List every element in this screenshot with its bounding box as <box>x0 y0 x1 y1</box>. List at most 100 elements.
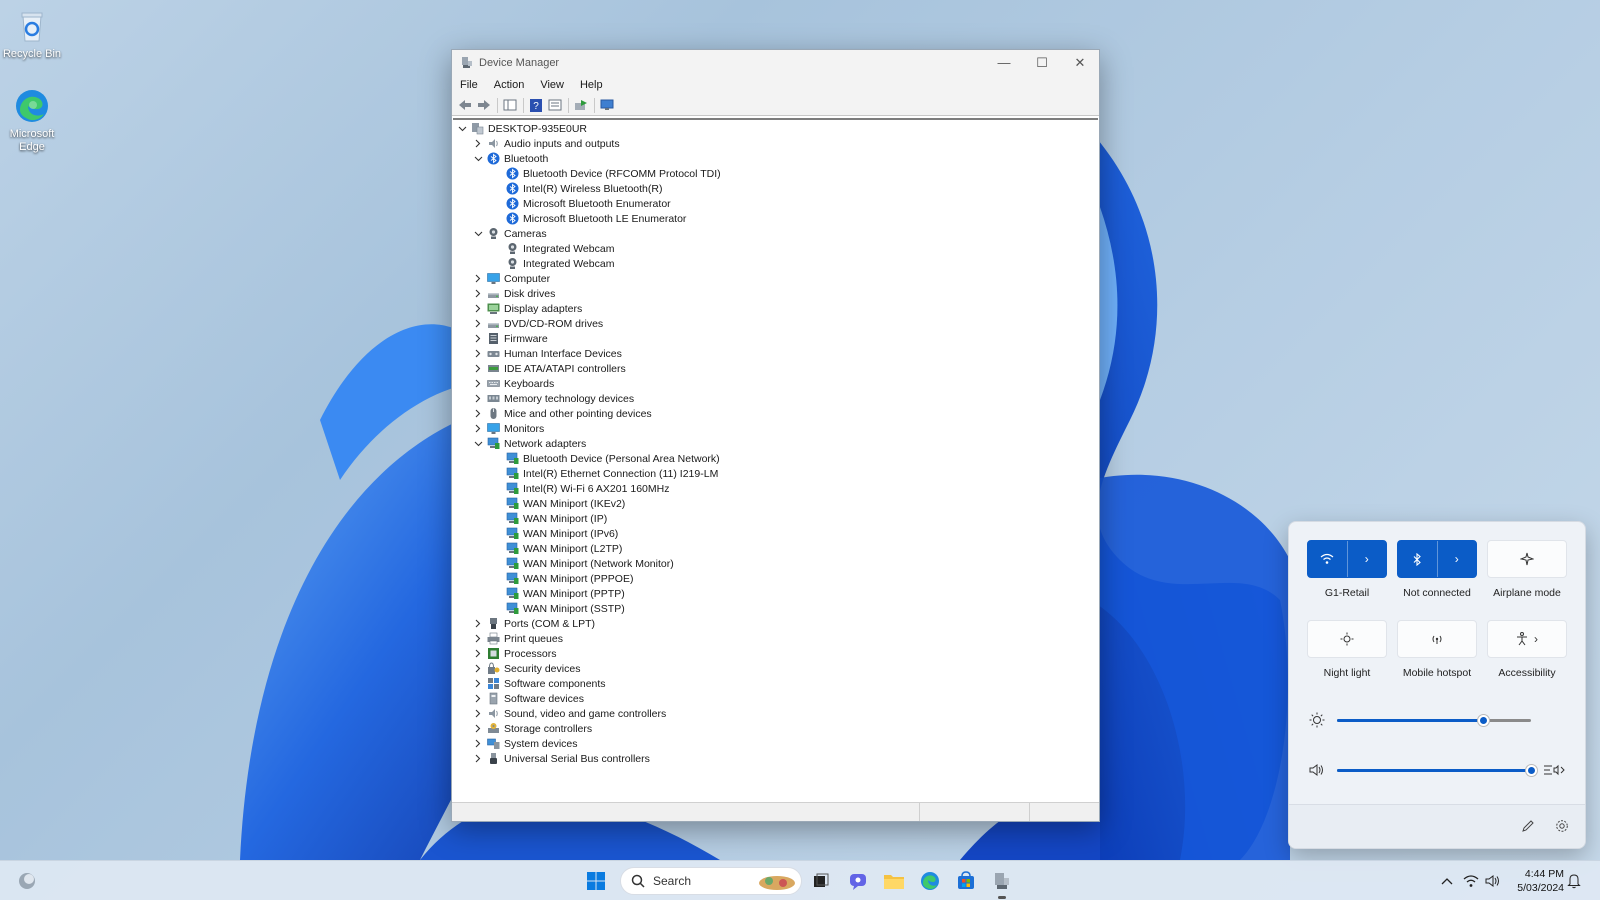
chevron-down-icon[interactable] <box>472 226 484 241</box>
scan-hardware-button[interactable] <box>598 97 616 114</box>
chevron-right-icon[interactable] <box>472 286 484 301</box>
chevron-right-icon[interactable] <box>472 616 484 631</box>
menu-view[interactable]: View <box>540 79 564 91</box>
show-hide-console-tree-button[interactable] <box>501 97 519 114</box>
teams-chat-button[interactable] <box>845 868 871 894</box>
store-button[interactable] <box>953 868 979 894</box>
computer-root-node[interactable]: DESKTOP-935E0UR <box>453 121 1098 136</box>
device-category[interactable]: Human Interface Devices <box>453 346 1098 361</box>
device-category[interactable]: Ports (COM & LPT) <box>453 616 1098 631</box>
device-item[interactable]: WAN Miniport (IPv6) <box>453 526 1098 541</box>
desktop-icon-recycle-bin[interactable]: Recycle Bin <box>0 8 64 61</box>
device-category[interactable]: Audio inputs and outputs <box>453 136 1098 151</box>
chevron-right-icon[interactable] <box>472 346 484 361</box>
show-hidden-icons-button[interactable] <box>1437 868 1457 894</box>
device-item[interactable]: Intel(R) Wireless Bluetooth(R) <box>453 181 1098 196</box>
device-category[interactable]: System devices <box>453 736 1098 751</box>
audio-output-select-icon[interactable] <box>1543 763 1565 777</box>
volume-slider[interactable] <box>1337 764 1537 776</box>
device-item[interactable]: WAN Miniport (PPPOE) <box>453 571 1098 586</box>
device-item[interactable]: WAN Miniport (IKEv2) <box>453 496 1098 511</box>
device-item[interactable]: Bluetooth Device (Personal Area Network) <box>453 451 1098 466</box>
chevron-right-icon[interactable] <box>472 706 484 721</box>
maximize-button[interactable]: ☐ <box>1023 50 1061 75</box>
taskbar-clock[interactable]: 4:44 PM 5/03/2024 <box>1517 867 1564 895</box>
wifi-toggle[interactable]: › <box>1307 540 1387 578</box>
menu-action[interactable]: Action <box>494 79 525 91</box>
device-category[interactable]: Firmware <box>453 331 1098 346</box>
device-category[interactable]: Sound, video and game controllers <box>453 706 1098 721</box>
chevron-right-icon[interactable] <box>472 301 484 316</box>
file-explorer-button[interactable] <box>881 868 907 894</box>
device-item[interactable]: WAN Miniport (PPTP) <box>453 586 1098 601</box>
chevron-right-icon[interactable] <box>472 676 484 691</box>
device-item[interactable]: Integrated Webcam <box>453 256 1098 271</box>
airplane-mode-toggle[interactable] <box>1487 540 1567 578</box>
taskbar-search-box[interactable]: Search <box>620 867 802 895</box>
device-item[interactable]: Bluetooth Device (RFCOMM Protocol TDI) <box>453 166 1098 181</box>
chevron-right-icon[interactable] <box>472 271 484 286</box>
title-bar[interactable]: Device Manager — ☐ ✕ <box>452 50 1099 75</box>
device-item[interactable]: Intel(R) Wi-Fi 6 AX201 160MHz <box>453 481 1098 496</box>
edge-taskbar-button[interactable] <box>917 868 943 894</box>
desktop-icon-edge[interactable]: Microsoft Edge <box>0 88 64 154</box>
notifications-button[interactable] <box>1564 868 1584 894</box>
chevron-right-icon[interactable] <box>472 331 484 346</box>
minimize-button[interactable]: — <box>985 50 1023 75</box>
device-category[interactable]: Memory technology devices <box>453 391 1098 406</box>
close-button[interactable]: ✕ <box>1061 50 1099 75</box>
device-category[interactable]: Monitors <box>453 421 1098 436</box>
forward-button[interactable] <box>475 97 493 114</box>
device-category[interactable]: Storage controllers <box>453 721 1098 736</box>
device-category[interactable]: Network adapters <box>453 436 1098 451</box>
help-button[interactable]: ? <box>527 97 545 114</box>
chevron-right-icon[interactable] <box>472 631 484 646</box>
device-item[interactable]: WAN Miniport (Network Monitor) <box>453 556 1098 571</box>
menu-help[interactable]: Help <box>580 79 603 91</box>
chevron-right-icon[interactable] <box>472 406 484 421</box>
chevron-right-icon[interactable] <box>472 421 484 436</box>
chevron-right-icon[interactable] <box>472 661 484 676</box>
device-item[interactable]: WAN Miniport (IP) <box>453 511 1098 526</box>
brightness-thumb[interactable] <box>1477 714 1489 726</box>
volume-thumb[interactable] <box>1526 764 1537 776</box>
network-volume-tray[interactable] <box>1460 868 1504 894</box>
device-category[interactable]: Bluetooth <box>453 151 1098 166</box>
chevron-right-icon[interactable] <box>472 391 484 406</box>
properties-button[interactable] <box>546 97 564 114</box>
settings-gear-icon[interactable] <box>1555 819 1569 833</box>
chevron-right-icon[interactable]: › <box>1346 541 1387 577</box>
device-category[interactable]: Print queues <box>453 631 1098 646</box>
back-button[interactable] <box>456 97 474 114</box>
chevron-down-icon[interactable] <box>456 121 468 136</box>
chevron-right-icon[interactable] <box>472 361 484 376</box>
chevron-down-icon[interactable] <box>472 436 484 451</box>
device-item[interactable]: Integrated Webcam <box>453 241 1098 256</box>
device-category[interactable]: DVD/CD-ROM drives <box>453 316 1098 331</box>
start-button[interactable] <box>583 868 609 894</box>
device-category[interactable]: Mice and other pointing devices <box>453 406 1098 421</box>
chevron-down-icon[interactable] <box>472 151 484 166</box>
night-light-toggle[interactable] <box>1307 620 1387 658</box>
update-driver-button[interactable] <box>572 97 590 114</box>
mobile-hotspot-toggle[interactable] <box>1397 620 1477 658</box>
menu-file[interactable]: File <box>460 79 478 91</box>
chevron-right-icon[interactable] <box>472 736 484 751</box>
device-category[interactable]: IDE ATA/ATAPI controllers <box>453 361 1098 376</box>
bluetooth-icon[interactable] <box>1398 541 1437 577</box>
bluetooth-toggle[interactable]: › <box>1397 540 1477 578</box>
device-manager-taskbar-button[interactable] <box>989 868 1015 899</box>
chevron-right-icon[interactable] <box>472 316 484 331</box>
device-category[interactable]: Software devices <box>453 691 1098 706</box>
device-category[interactable]: Processors <box>453 646 1098 661</box>
widgets-button[interactable] <box>14 868 40 894</box>
chevron-right-icon[interactable] <box>472 721 484 736</box>
device-item[interactable]: Microsoft Bluetooth Enumerator <box>453 196 1098 211</box>
edit-pencil-icon[interactable] <box>1521 819 1535 833</box>
task-view-button[interactable] <box>808 868 834 894</box>
chevron-right-icon[interactable] <box>472 376 484 391</box>
speaker-icon[interactable] <box>1309 763 1325 777</box>
device-category[interactable]: Security devices <box>453 661 1098 676</box>
device-category[interactable]: Keyboards <box>453 376 1098 391</box>
device-category[interactable]: Cameras <box>453 226 1098 241</box>
